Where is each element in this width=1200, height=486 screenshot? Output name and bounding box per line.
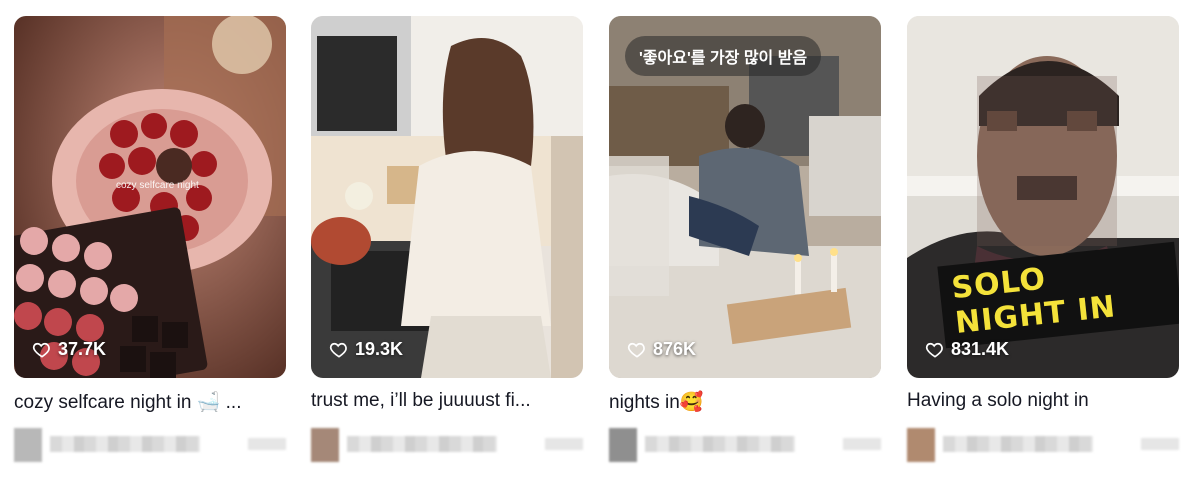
avatar[interactable]	[311, 428, 339, 462]
video-caption[interactable]: Having a solo night in	[907, 390, 1179, 414]
username-blurred[interactable]	[50, 436, 200, 452]
video-meta	[311, 428, 583, 462]
heart-outline-icon	[32, 342, 50, 358]
like-count: 19.3K	[329, 339, 403, 360]
like-count-value: 37.7K	[58, 339, 107, 359]
video-meta	[609, 428, 881, 462]
view-count-blurred	[843, 438, 881, 450]
view-count-blurred	[545, 438, 583, 450]
video-thumbnail[interactable]: SOLO NIGHT IN 831.4K	[907, 16, 1179, 378]
overlay-text: cozy selfcare night	[116, 180, 199, 191]
video-thumbnail[interactable]: '좋아요'를 가장 많이 받음 876K	[609, 16, 881, 378]
like-count: 831.4K	[925, 339, 1009, 360]
like-count: 876K	[627, 339, 696, 360]
heart-outline-icon	[627, 342, 645, 358]
video-caption[interactable]: nights in🥰	[609, 390, 881, 414]
video-card[interactable]: cozy selfcare night 37.7K cozy selfcare …	[14, 16, 286, 462]
video-caption[interactable]: cozy selfcare night in 🛁 ...	[14, 390, 286, 414]
video-meta	[907, 428, 1179, 462]
like-count: 37.7K	[32, 339, 106, 360]
username-blurred[interactable]	[347, 436, 497, 452]
video-meta	[14, 428, 286, 462]
like-count-value: 19.3K	[355, 339, 404, 359]
video-card[interactable]: SOLO NIGHT IN 831.4K Having a solo night…	[907, 16, 1179, 462]
heart-outline-icon	[925, 342, 943, 358]
most-liked-badge: '좋아요'를 가장 많이 받음	[625, 36, 822, 76]
username-blurred[interactable]	[943, 436, 1093, 452]
view-count-blurred	[248, 438, 286, 450]
video-thumbnail[interactable]: 19.3K	[311, 16, 583, 378]
video-thumbnail[interactable]: cozy selfcare night 37.7K	[14, 16, 286, 378]
username-blurred[interactable]	[645, 436, 795, 452]
like-count-value: 831.4K	[951, 339, 1010, 359]
video-grid: cozy selfcare night 37.7K cozy selfcare …	[0, 0, 1200, 486]
avatar[interactable]	[14, 428, 42, 462]
avatar[interactable]	[609, 428, 637, 462]
avatar[interactable]	[907, 428, 935, 462]
thumbnail-image	[14, 16, 286, 378]
video-caption[interactable]: trust me, i’ll be juuuust fi...	[311, 390, 583, 414]
like-count-value: 876K	[653, 339, 697, 359]
video-card[interactable]: '좋아요'를 가장 많이 받음 876K nights in🥰	[609, 16, 881, 462]
video-card[interactable]: 19.3K trust me, i’ll be juuuust fi...	[311, 16, 583, 462]
heart-outline-icon	[329, 342, 347, 358]
thumbnail-image	[311, 16, 583, 378]
view-count-blurred	[1141, 438, 1179, 450]
